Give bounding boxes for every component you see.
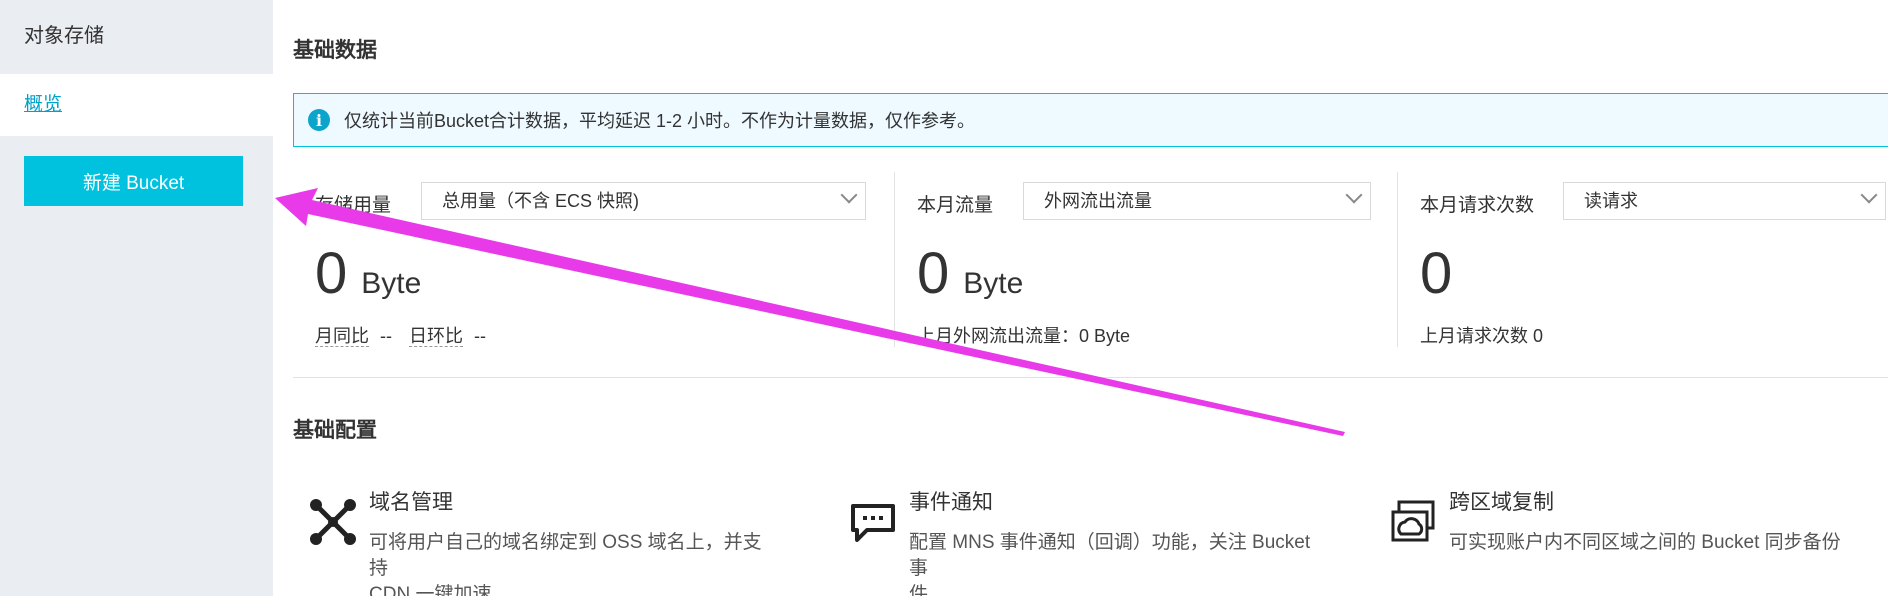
dod-label[interactable]: 日环比 [409,326,464,347]
stats-panel: 存储用量 总用量（不含 ECS 快照) 0 Byte 月同比 -- 日环比 --… [293,172,1888,347]
new-bucket-button[interactable]: 新建 Bucket [24,156,243,206]
stat-traffic-value: 0 Byte [917,240,1023,307]
config-replication-desc: 可实现账户内不同区域之间的 Bucket 同步备份 [1449,530,1841,556]
stat-traffic-last-month: 上月外网流出流量：0 Byte [917,326,1131,346]
sidebar-item-overview[interactable]: 概览 [0,74,273,136]
chevron-down-icon [1345,186,1363,204]
stat-requests-value: 0 [1420,240,1452,307]
event-notification-icon [851,504,895,542]
config-event-desc-line1: 配置 MNS 事件通知（回调）功能，关注 Bucket 事 [909,532,1311,579]
config-domain-desc-line2: CDN 一键加速 [369,584,492,596]
storage-type-select[interactable]: 总用量（不含 ECS 快照) [421,182,866,220]
info-icon: i [308,109,330,131]
stat-traffic-label: 本月流量 [917,195,994,216]
sidebar: 对象存储 概览 新建 Bucket [0,0,273,596]
info-notice: i 仅统计当前Bucket合计数据，平均延迟 1-2 小时。不作为计量数据，仅作… [293,93,1888,147]
config-replication-desc-line1: 可实现账户内不同区域之间的 Bucket 同步备份 [1449,532,1841,553]
request-type-select[interactable]: 读请求 [1563,182,1886,220]
config-event-title[interactable]: 事件通知 [909,486,993,516]
storage-type-select-value: 总用量（不含 ECS 快照) [442,191,640,211]
basic-data-title: 基础数据 [293,39,377,62]
main-content: 基础数据 i 仅统计当前Bucket合计数据，平均延迟 1-2 小时。不作为计量… [273,0,1888,596]
stat-storage-number: 0 [315,241,348,306]
domain-nodes-icon [310,499,356,545]
cross-region-replication-icon [1391,500,1435,542]
mom-value: -- [380,326,393,346]
stat-storage-label: 存储用量 [315,195,392,216]
stat-requests-label: 本月请求次数 [1420,195,1535,216]
basic-config-title: 基础配置 [293,419,377,442]
config-event-desc: 配置 MNS 事件通知（回调）功能，关注 Bucket 事 件 [909,530,1319,596]
stat-storage-value: 0 Byte [315,240,421,307]
stat-requests: 本月请求次数 读请求 0 上月请求次数 0 [1397,172,1888,347]
chevron-down-icon [1860,186,1878,204]
traffic-type-select-value: 外网流出流量 [1044,191,1152,211]
stat-storage-unit: Byte [361,267,422,300]
stat-storage-compare: 月同比 -- 日环比 -- [315,322,486,348]
traffic-type-select[interactable]: 外网流出流量 [1023,182,1371,220]
chevron-down-icon [840,186,858,204]
section-divider [293,377,1888,378]
stat-storage: 存储用量 总用量（不含 ECS 快照) 0 Byte 月同比 -- 日环比 -- [293,172,898,347]
sidebar-item-overview-link[interactable]: 概览 [24,94,62,115]
config-domain-desc: 可将用户自己的域名绑定到 OSS 域名上，并支持 CDN 一键加速 [369,530,779,596]
config-domain-title[interactable]: 域名管理 [369,486,453,516]
mom-label[interactable]: 月同比 [315,326,369,347]
stat-traffic-unit: Byte [963,267,1024,300]
request-type-select-value: 读请求 [1584,191,1638,211]
dod-value: -- [474,326,487,346]
config-event-desc-line2: 件 [909,584,929,596]
stat-traffic: 本月流量 外网流出流量 0 Byte 上月外网流出流量：0 Byte [894,172,1397,347]
config-domain-desc-line1: 可将用户自己的域名绑定到 OSS 域名上，并支持 [369,532,762,579]
config-replication-title[interactable]: 跨区域复制 [1449,486,1554,516]
stat-traffic-number: 0 [917,241,950,306]
notice-text: 仅统计当前Bucket合计数据，平均延迟 1-2 小时。不作为计量数据，仅作参考… [344,111,976,131]
stat-requests-last-month: 上月请求次数 0 [1420,326,1544,346]
stat-requests-number: 0 [1420,241,1453,306]
sidebar-title: 对象存储 [24,25,104,47]
